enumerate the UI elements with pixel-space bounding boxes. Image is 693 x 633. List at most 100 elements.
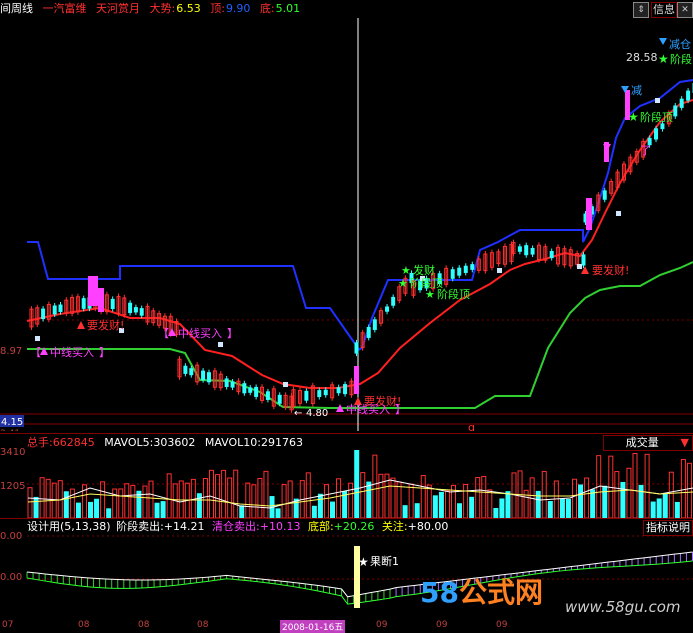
volume-bar	[372, 454, 378, 518]
volume-bar	[656, 498, 662, 518]
signal-bar	[88, 276, 98, 306]
bracket-glyph: 【	[158, 327, 169, 340]
candle-body	[201, 370, 206, 381]
triangle-down-icon: ▼	[680, 436, 689, 449]
star-icon: ★	[401, 264, 411, 277]
volume-bar	[233, 469, 239, 518]
candle-body	[254, 386, 259, 397]
volume-bar	[202, 478, 208, 518]
info-button[interactable]: 信息	[651, 2, 677, 18]
signal-bar	[354, 366, 359, 394]
volume-bar	[323, 484, 329, 518]
candle-body	[463, 265, 468, 273]
volume-bar	[674, 501, 680, 518]
bracket-glyph: 】	[227, 327, 238, 340]
watermark-brand: 58公式网	[420, 578, 543, 608]
candle-body	[343, 384, 348, 395]
volume-bar	[148, 480, 154, 518]
volume-bar	[457, 503, 463, 518]
focus-value: +80.00	[407, 520, 449, 533]
volume-bar	[94, 498, 100, 518]
bracket-glyph: 】	[99, 346, 110, 359]
volume-bar	[106, 508, 112, 518]
volume-bar	[614, 471, 620, 518]
signal-label: 要发财!	[87, 318, 124, 332]
volume-bar	[209, 469, 214, 518]
marker-square	[218, 342, 223, 347]
bracket-glyph: 】	[395, 403, 406, 416]
volume-bar	[348, 482, 354, 518]
candle-body	[517, 246, 522, 252]
star-icon: ★	[425, 288, 435, 301]
volume-panel-button[interactable]: 成交量 ▼	[603, 435, 693, 451]
volume-header: 总手:662845 MAVOL5:303602 MAVOL10:291763	[27, 436, 303, 450]
volume-bar	[215, 474, 221, 518]
trend-value: 6.53	[176, 2, 201, 15]
candle-body	[206, 372, 211, 383]
close-icon[interactable]: ✕	[677, 2, 693, 18]
main-candlestick-chart[interactable]: 8.974.153.4128.58减仓★阶段减★阶段顶了★发财★阶段顶★阶段顶要…	[0, 18, 693, 431]
signal-label: 中线买入	[178, 326, 222, 340]
volume-total: 662845	[52, 436, 95, 449]
divider-volume-indicator	[0, 518, 693, 519]
volume-bar	[602, 485, 608, 518]
volume-bar	[559, 498, 565, 518]
top-value: 9.90	[225, 2, 251, 15]
volume-bar	[408, 483, 414, 518]
volume-bar	[620, 481, 626, 518]
date-tick: 09	[436, 620, 448, 630]
signal-label: 阶段	[670, 52, 692, 66]
volume-bar	[178, 480, 184, 518]
date-tick: 09	[376, 620, 388, 630]
volume-bar	[330, 501, 335, 518]
candle-body	[265, 391, 270, 400]
bracket-glyph: 【	[30, 346, 41, 359]
divider-main-volume	[0, 433, 693, 434]
volume-chart[interactable]	[0, 450, 693, 518]
volume-bar	[160, 501, 166, 518]
signal-label: 了	[640, 144, 651, 157]
candle-body	[366, 326, 371, 338]
candle-body	[457, 267, 462, 276]
marker-square	[616, 211, 621, 216]
volume-bar	[414, 503, 420, 518]
candle-body	[183, 365, 188, 374]
volume-bar	[263, 470, 269, 518]
bottom-label-ind: 底部:	[307, 520, 334, 533]
volume-bar	[650, 501, 656, 518]
candle-body	[470, 264, 475, 270]
volume-bar	[63, 491, 69, 518]
price-axis-label: 4.15	[1, 417, 23, 428]
volume-bar	[366, 481, 372, 518]
volume-bar	[499, 498, 505, 518]
candle-body	[336, 387, 341, 394]
volume-bar	[578, 484, 584, 518]
marker-square	[577, 264, 582, 269]
volume-bar	[565, 499, 571, 518]
candle-body	[277, 394, 282, 404]
mavol10-value: 291763	[261, 436, 303, 449]
volume-bar	[523, 489, 529, 518]
volume-bar	[75, 502, 81, 518]
candle-body	[524, 245, 529, 256]
up-down-arrows-icon[interactable]: ⇕	[633, 2, 649, 18]
period-button[interactable]: 间周线	[0, 2, 33, 15]
volume-bar	[396, 481, 402, 518]
stage-sell-label: 阶段卖出:	[116, 520, 164, 533]
date-tick: 08	[138, 620, 150, 630]
candle-body	[189, 368, 194, 376]
volume-bar	[438, 491, 444, 518]
volume-bar	[311, 505, 317, 518]
volume-bar	[251, 484, 257, 518]
candle-body	[602, 190, 607, 200]
info-button-label: 信息	[653, 3, 675, 16]
volume-bar	[493, 508, 499, 518]
candle-body	[224, 378, 229, 388]
bottom-value-ind: +20.26	[333, 520, 375, 533]
volume-bar	[590, 489, 596, 518]
volume-bar	[426, 484, 432, 518]
volume-bar	[124, 483, 130, 518]
volume-bar	[166, 473, 172, 518]
candle-body	[323, 389, 328, 396]
volume-bar	[360, 472, 366, 518]
